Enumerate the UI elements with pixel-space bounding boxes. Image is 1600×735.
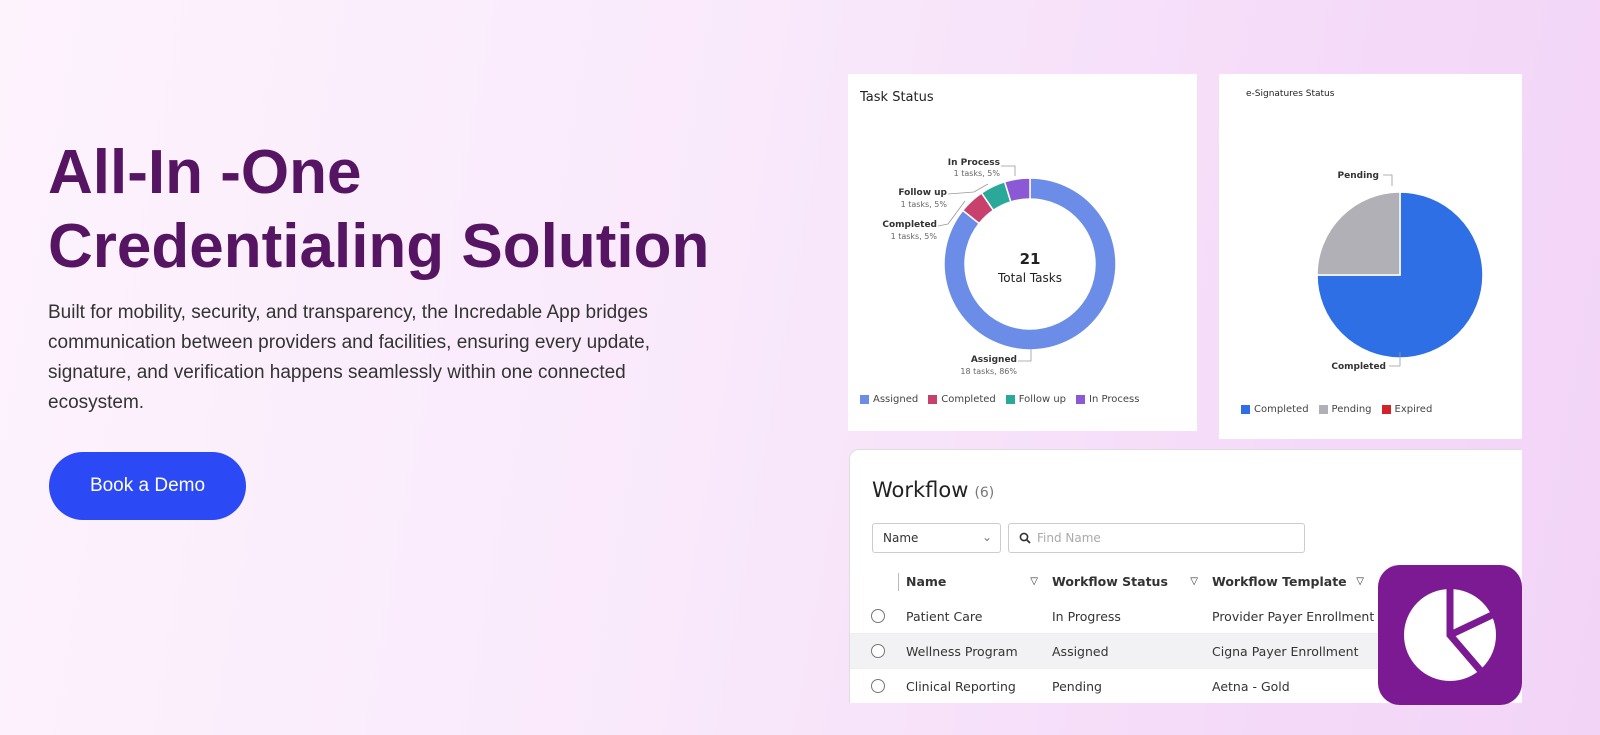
- cell-name: Wellness Program: [906, 643, 1018, 659]
- row-select-cell: [850, 644, 906, 658]
- hero-title-line1: All-In -One: [48, 138, 362, 207]
- legend-pending: Pending: [1318, 404, 1372, 415]
- callout-completed-label: Completed: [882, 220, 937, 230]
- legend-label: Pending: [1331, 404, 1372, 415]
- legend-swatch: [928, 395, 938, 404]
- header-spacer: [850, 572, 906, 591]
- legend-label: Expired: [1394, 404, 1433, 415]
- column-header-label: Workflow Template: [1212, 574, 1347, 589]
- hero-description: Built for mobility, security, and transp…: [48, 302, 650, 413]
- pie-chart-logo-icon: [1404, 589, 1496, 681]
- legend-assigned: Assigned: [860, 394, 918, 405]
- workflow-count: (6): [974, 485, 995, 501]
- cell-name: Clinical Reporting: [906, 678, 1016, 694]
- callout-in-process-detail: 1 tasks, 5%: [954, 169, 1001, 178]
- search-input[interactable]: [1037, 531, 1287, 545]
- callout-completed-detail: 1 tasks, 5%: [891, 232, 938, 241]
- legend-completed: Completed: [928, 394, 996, 405]
- callout-assigned-detail: 18 tasks, 86%: [960, 367, 1017, 376]
- column-header-label: Name: [906, 574, 947, 589]
- column-header-name[interactable]: Name ▽: [906, 574, 1052, 589]
- legend-label: In Process: [1089, 394, 1140, 405]
- task-status-legend: Assigned Completed Follow up In Process: [860, 394, 1139, 405]
- task-status-card: Task Status 21 Total Tasks In Process 1 …: [848, 74, 1197, 431]
- filter-field-select[interactable]: Name ⌄: [872, 523, 1001, 553]
- pie-slice-pending[interactable]: [1316, 191, 1401, 276]
- callout-in-process-label: In Process: [948, 158, 1000, 168]
- callout-pending-label: Pending: [1338, 171, 1379, 181]
- esignatures-card: e-Signatures Status Pending Completed Co…: [1219, 74, 1522, 439]
- legend-label: Completed: [1254, 404, 1309, 415]
- filter-field-value: Name: [883, 531, 919, 545]
- filter-icon[interactable]: ▽: [1356, 576, 1364, 587]
- callout-assigned-label: Assigned: [971, 355, 1017, 365]
- hero-title-line2: Credentialing Solution: [48, 212, 710, 281]
- column-header-workflow-template[interactable]: Workflow Template ▽: [1212, 574, 1378, 589]
- assigned-leader-line: [1018, 349, 1032, 362]
- row-select-cell: [850, 679, 906, 693]
- row-select-cell: [850, 609, 906, 623]
- column-header-label: Workflow Status: [1052, 574, 1168, 589]
- hero-title: All-In -One Credentialing Solution: [48, 136, 768, 284]
- pending-leader-line: [1383, 174, 1393, 186]
- esignatures-pie-chart: Pending Completed: [1316, 171, 1484, 372]
- legend-swatch: [1318, 405, 1328, 414]
- task-status-donut-chart: 21 Total Tasks In Process 1 tasks, 5% Fo…: [882, 158, 1117, 376]
- cell-status: In Progress: [1052, 608, 1121, 624]
- legend-in-process: In Process: [1076, 394, 1139, 405]
- app-logo: [1378, 565, 1522, 705]
- callout-follow-up-detail: 1 tasks, 5%: [901, 200, 948, 209]
- callout-follow-up-label: Follow up: [898, 188, 947, 198]
- legend-swatch: [1381, 405, 1391, 414]
- esignatures-legend: Completed Pending Expired: [1241, 404, 1432, 415]
- legend-completed: Completed: [1241, 404, 1309, 415]
- row-radio[interactable]: [871, 679, 885, 693]
- legend-label: Completed: [941, 394, 996, 405]
- book-demo-button[interactable]: Book a Demo: [49, 452, 246, 520]
- search-icon: [1019, 532, 1031, 544]
- legend-label: Follow up: [1018, 394, 1067, 405]
- row-radio[interactable]: [871, 644, 885, 658]
- filter-icon[interactable]: ▽: [1190, 576, 1198, 587]
- legend-swatch: [1076, 395, 1086, 404]
- cell-status: Assigned: [1052, 643, 1109, 659]
- column-header-workflow-status[interactable]: Workflow Status ▽: [1052, 574, 1212, 589]
- total-tasks-value: 21: [1020, 250, 1041, 268]
- legend-follow-up: Follow up: [1005, 394, 1067, 405]
- cell-name: Patient Care: [906, 608, 983, 624]
- in-process-leader-line: [1001, 165, 1016, 176]
- cell-status: Pending: [1052, 678, 1102, 694]
- legend-swatch: [1241, 405, 1250, 414]
- chevron-down-icon: ⌄: [981, 530, 992, 544]
- workflow-title-text: Workflow: [872, 478, 969, 502]
- esignatures-pie-slices: [1316, 191, 1484, 359]
- row-radio[interactable]: [871, 609, 885, 623]
- legend-swatch: [1005, 395, 1015, 404]
- callout-completed-label: Completed: [1331, 362, 1386, 372]
- workflow-title: Workflow (6): [872, 478, 994, 502]
- legend-label: Assigned: [873, 394, 919, 405]
- legend-expired: Expired: [1381, 404, 1433, 415]
- header-divider: [897, 572, 899, 591]
- total-tasks-label: Total Tasks: [997, 271, 1062, 285]
- filter-icon[interactable]: ▽: [1030, 576, 1038, 587]
- legend-swatch: [860, 395, 869, 404]
- search-box[interactable]: [1008, 523, 1305, 553]
